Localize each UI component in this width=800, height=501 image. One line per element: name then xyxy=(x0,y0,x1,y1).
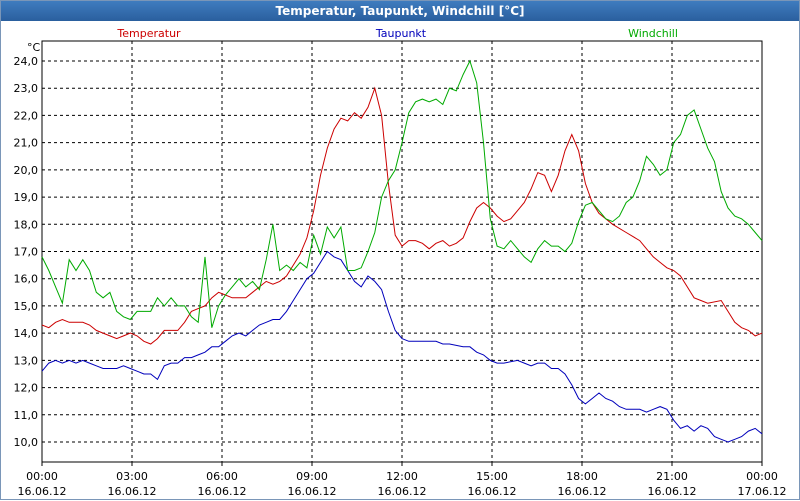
x-tick-time-label: 03:00 xyxy=(116,470,148,483)
legend-windchill: Windchill xyxy=(628,27,678,40)
y-tick-label: 19,0 xyxy=(14,191,39,204)
x-tick-time-label: 00:00 xyxy=(746,470,778,483)
y-tick-label: 20,0 xyxy=(14,164,39,177)
y-tick-label: 15,0 xyxy=(14,300,39,313)
y-tick-label: 17,0 xyxy=(14,246,39,259)
x-tick-time-label: 06:00 xyxy=(206,470,238,483)
x-tick-time-label: 15:00 xyxy=(476,470,508,483)
x-tick-date-label: 16.06.12 xyxy=(468,485,517,498)
x-tick-date-label: 16.06.12 xyxy=(198,485,247,498)
y-tick-label: 23,0 xyxy=(14,82,39,95)
x-tick-date-label: 16.06.12 xyxy=(378,485,427,498)
x-tick-time-label: 12:00 xyxy=(386,470,418,483)
y-tick-label: 12,0 xyxy=(14,382,39,395)
y-tick-label: 11,0 xyxy=(14,409,39,422)
y-tick-label: 13,0 xyxy=(14,354,39,367)
x-tick-time-label: 00:00 xyxy=(26,470,58,483)
legend-temperatur: Temperatur xyxy=(116,27,181,40)
x-tick-time-label: 09:00 xyxy=(296,470,328,483)
x-tick-date-label: 16.06.12 xyxy=(648,485,697,498)
y-unit-label: °C xyxy=(27,41,41,54)
x-tick-date-label: 17.06.12 xyxy=(738,485,787,498)
x-tick-date-label: 16.06.12 xyxy=(108,485,157,498)
y-tick-label: 16,0 xyxy=(14,273,39,286)
chart-window: Temperatur, Taupunkt, Windchill [°C] 24,… xyxy=(0,0,800,500)
y-tick-label: 18,0 xyxy=(14,218,39,231)
y-tick-label: 24,0 xyxy=(14,55,39,68)
legend-taupunkt: Taupunkt xyxy=(375,27,427,40)
line-chart: 24,0 23,0 22,0 21,0 20,0 19,0 18,0 17,0 16,0 15,0… xyxy=(14,27,787,498)
y-tick-label: 14,0 xyxy=(14,327,39,340)
x-tick-date-label: 16.06.12 xyxy=(558,485,607,498)
x-tick-time-label: 18:00 xyxy=(566,470,598,483)
y-tick-label: 10,0 xyxy=(14,436,39,449)
x-tick-date-label: 16.06.12 xyxy=(288,485,337,498)
y-tick-label: 22,0 xyxy=(14,109,39,122)
x-tick-date-label: 16.06.12 xyxy=(18,485,67,498)
x-tick-time-label: 21:00 xyxy=(656,470,688,483)
y-tick-label: 21,0 xyxy=(14,137,39,150)
